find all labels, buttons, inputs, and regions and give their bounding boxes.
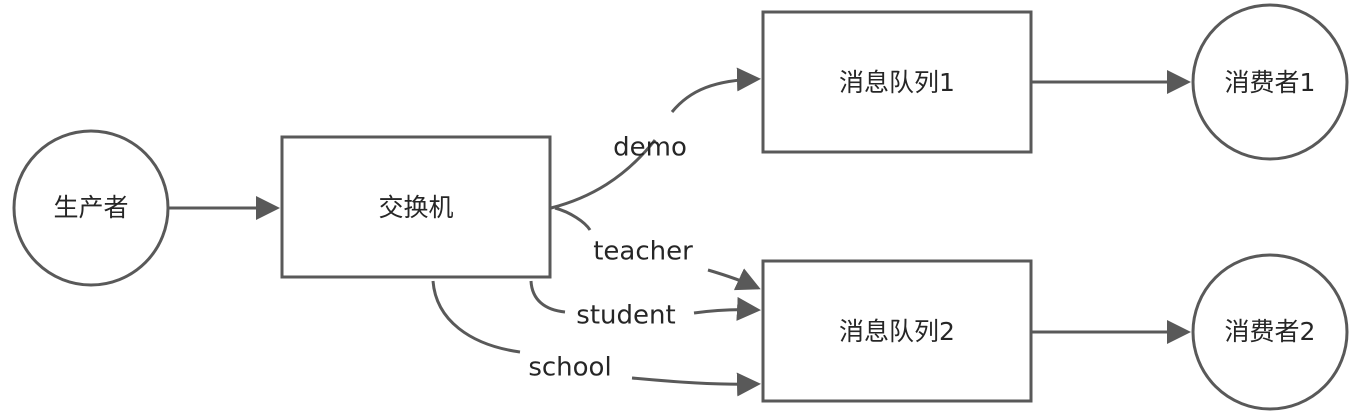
edge-exchange-to-queue2-school bbox=[431, 280, 521, 354]
node-consumer2-label: 消费者2 bbox=[1225, 317, 1316, 346]
edge-label-demo: demo bbox=[613, 133, 687, 163]
edge-label-school: school bbox=[528, 353, 611, 383]
edge-label-student: student bbox=[576, 301, 675, 331]
node-producer-label: 生产者 bbox=[53, 193, 128, 222]
node-queue1-label: 消息队列1 bbox=[839, 68, 955, 97]
node-consumer1-label: 消费者1 bbox=[1225, 68, 1316, 97]
edge-exchange-to-queue2-student bbox=[529, 280, 566, 314]
edge-label-teacher: teacher bbox=[593, 237, 693, 267]
routing-diagram: 生产者 交换机 消息队列1 消息队列2 消费者1 消费者2 demo teach… bbox=[12, 3, 1349, 411]
edge-exchange-to-queue2-teacher bbox=[554, 206, 592, 231]
edge-exchange-to-queue2-teacher-lower bbox=[707, 268, 761, 291]
node-exchange-label: 交换机 bbox=[378, 193, 453, 222]
edge-exchange-to-queue2-school-right bbox=[631, 372, 761, 397]
node-queue2-label: 消息队列2 bbox=[839, 317, 955, 346]
edge-exchange-to-queue1-demo-upper bbox=[670, 67, 761, 113]
edge-exchange-to-queue2-student-right bbox=[693, 296, 761, 321]
